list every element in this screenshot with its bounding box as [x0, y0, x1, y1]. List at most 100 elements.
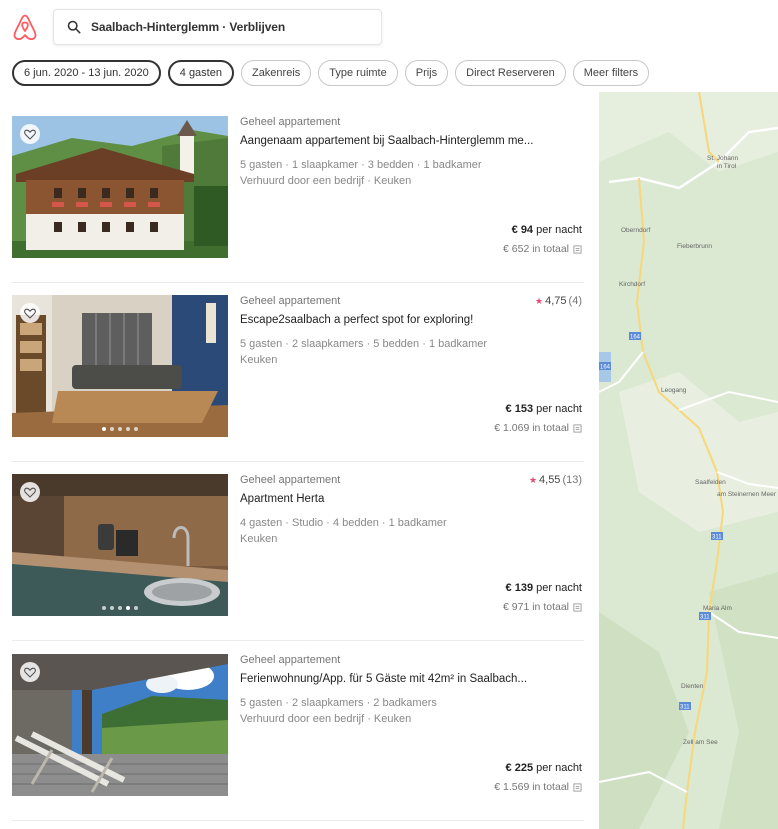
airbnb-logo-icon[interactable] — [12, 14, 38, 40]
search-bar[interactable]: Saalbach-Hinterglemm · Verblijven — [53, 9, 382, 45]
listing-price: € 139 per nacht — [506, 582, 582, 594]
filter-price-button[interactable]: Prijs — [404, 60, 449, 86]
review-count: (4) — [568, 295, 582, 307]
listing-type: Geheel appartement — [240, 295, 341, 307]
map-label: Saalfelden — [695, 479, 726, 486]
heart-icon — [24, 129, 36, 140]
results-map[interactable]: St. Johann in Tirol Oberndorf Kirchdorf … — [599, 92, 778, 829]
map-label: Kirchdorf — [619, 281, 645, 288]
chalet-photo — [12, 116, 228, 258]
listing-total: € 1.069 in totaal — [494, 422, 582, 434]
map-label: Zell am See — [683, 739, 718, 746]
listing-rating: ★ 4,75 (4) — [535, 295, 582, 307]
listing-details: 4 gasten · Studio · 4 bedden · 1 badkame… — [240, 515, 582, 547]
price-amount: € 139 — [505, 582, 534, 594]
price-unit: per nacht — [536, 403, 582, 415]
map-label: in Tirol — [717, 163, 737, 170]
listing-title[interactable]: Ferienwohnung/App. für 5 Gäste mit 42m² … — [240, 673, 582, 685]
listing-divider — [12, 820, 584, 821]
listing-type: Geheel appartement — [240, 474, 341, 486]
save-heart-button[interactable] — [20, 662, 40, 682]
price-amount: € 94 — [511, 224, 534, 236]
price-breakdown-icon[interactable] — [573, 244, 582, 254]
listing-details: 5 gasten · 2 slaapkamers · 2 badkamers V… — [240, 695, 582, 727]
photo-carousel-dots[interactable] — [12, 427, 228, 431]
listing-photo[interactable] — [12, 295, 228, 437]
price-unit: per nacht — [536, 224, 582, 236]
listing-type: Geheel appartement — [240, 116, 341, 128]
price-breakdown-icon[interactable] — [573, 782, 582, 792]
listing-card[interactable]: Geheel appartement ★ 4,55 (13) Apartment… — [12, 474, 584, 641]
listing-card[interactable]: Geheel appartement Ferienwohnung/App. fü… — [12, 654, 584, 821]
listing-total: € 652 in totaal — [503, 243, 582, 255]
listing-details-line-1: 5 gasten · 2 slaapkamers · 2 badkamers — [240, 697, 437, 709]
balcony-view-photo — [12, 654, 228, 796]
listing-info: Geheel appartement ★ 4,75 (4) Escape2saa… — [240, 295, 584, 443]
rating-value: 4,55 — [539, 474, 561, 486]
listing-info: Geheel appartement Ferienwohnung/App. fü… — [240, 654, 584, 802]
listing-card[interactable]: Geheel appartement ★ 4,75 (4) Escape2saa… — [12, 295, 584, 462]
map-label: Oberndorf — [621, 227, 650, 234]
svg-text:311: 311 — [680, 705, 690, 711]
listing-card[interactable]: Geheel appartement Aangenaam appartement… — [12, 116, 584, 283]
listing-total: € 1.569 in totaal — [494, 781, 582, 793]
map-label: Dienten — [681, 683, 704, 690]
star-icon: ★ — [535, 295, 544, 306]
price-breakdown-icon[interactable] — [573, 602, 582, 612]
listing-title[interactable]: Aangenaam appartement bij Saalbach-Hinte… — [240, 135, 582, 147]
photo-carousel-dots[interactable] — [12, 606, 228, 610]
listing-photo[interactable] — [12, 654, 228, 796]
map-label: am Steinernen Meer — [717, 491, 777, 498]
listing-details-line-2: Keuken — [240, 354, 278, 366]
total-price: € 1.069 in totaal — [494, 422, 569, 434]
listing-type: Geheel appartement — [240, 654, 341, 666]
price-unit: per nacht — [536, 762, 582, 774]
svg-text:311: 311 — [700, 615, 710, 621]
listing-details-line-2: Verhuurd door een bedrijf · Keuken — [240, 175, 412, 187]
listing-price: € 94 per nacht — [512, 224, 582, 236]
listing-info: Geheel appartement Aangenaam appartement… — [240, 116, 584, 264]
map-label: Leogang — [661, 387, 687, 394]
listing-title[interactable]: Apartment Herta — [240, 493, 582, 505]
listing-price: € 225 per nacht — [506, 762, 582, 774]
listing-details-line-1: 5 gasten · 1 slaapkamer · 3 bedden · 1 b… — [240, 159, 482, 171]
map-canvas: St. Johann in Tirol Oberndorf Kirchdorf … — [599, 92, 778, 829]
listing-details-line-1: 5 gasten · 2 slaapkamers · 5 bedden · 1 … — [240, 338, 488, 350]
svg-text:164: 164 — [600, 365, 611, 371]
listing-details-line-2: Keuken — [240, 533, 278, 545]
filter-instant-book-button[interactable]: Direct Reserveren — [455, 60, 566, 86]
price-amount: € 153 — [505, 403, 534, 415]
listing-photo[interactable] — [12, 474, 228, 616]
total-price: € 1.569 in totaal — [494, 781, 569, 793]
kitchen-photo — [12, 474, 228, 616]
heart-icon — [24, 308, 36, 319]
listing-photo[interactable] — [12, 116, 228, 258]
save-heart-button[interactable] — [20, 482, 40, 502]
listing-rating: ★ 4,55 (13) — [529, 474, 582, 486]
map-label: Maria Alm — [703, 605, 732, 612]
listing-title[interactable]: Escape2saalbach a perfect spot for explo… — [240, 314, 582, 326]
price-unit: per nacht — [536, 582, 582, 594]
price-breakdown-icon[interactable] — [573, 423, 582, 433]
filter-room-type-button[interactable]: Type ruimte — [318, 60, 398, 86]
listing-total: € 971 in totaal — [503, 601, 582, 613]
heart-icon — [24, 667, 36, 678]
save-heart-button[interactable] — [20, 124, 40, 144]
search-icon — [67, 20, 81, 34]
listing-details-line-1: 4 gasten · Studio · 4 bedden · 1 badkame… — [240, 517, 447, 529]
listing-divider — [12, 461, 584, 462]
top-bar: Saalbach-Hinterglemm · Verblijven — [0, 0, 778, 50]
price-amount: € 225 — [505, 762, 534, 774]
listing-details: 5 gasten · 1 slaapkamer · 3 bedden · 1 b… — [240, 157, 582, 189]
filter-guests-button[interactable]: 4 gasten — [167, 60, 234, 86]
filter-more-filters-button[interactable]: Meer filters — [572, 60, 650, 86]
svg-text:164: 164 — [630, 335, 641, 341]
rating-value: 4,75 — [545, 295, 567, 307]
filter-bar: 6 jun. 2020 - 13 jun. 2020 4 gasten Zake… — [12, 60, 650, 86]
review-count: (13) — [562, 474, 582, 486]
save-heart-button[interactable] — [20, 303, 40, 323]
listing-price: € 153 per nacht — [506, 403, 582, 415]
filter-dates-button[interactable]: 6 jun. 2020 - 13 jun. 2020 — [12, 60, 161, 86]
listing-info: Geheel appartement ★ 4,55 (13) Apartment… — [240, 474, 584, 622]
filter-business-trip-button[interactable]: Zakenreis — [240, 60, 312, 86]
